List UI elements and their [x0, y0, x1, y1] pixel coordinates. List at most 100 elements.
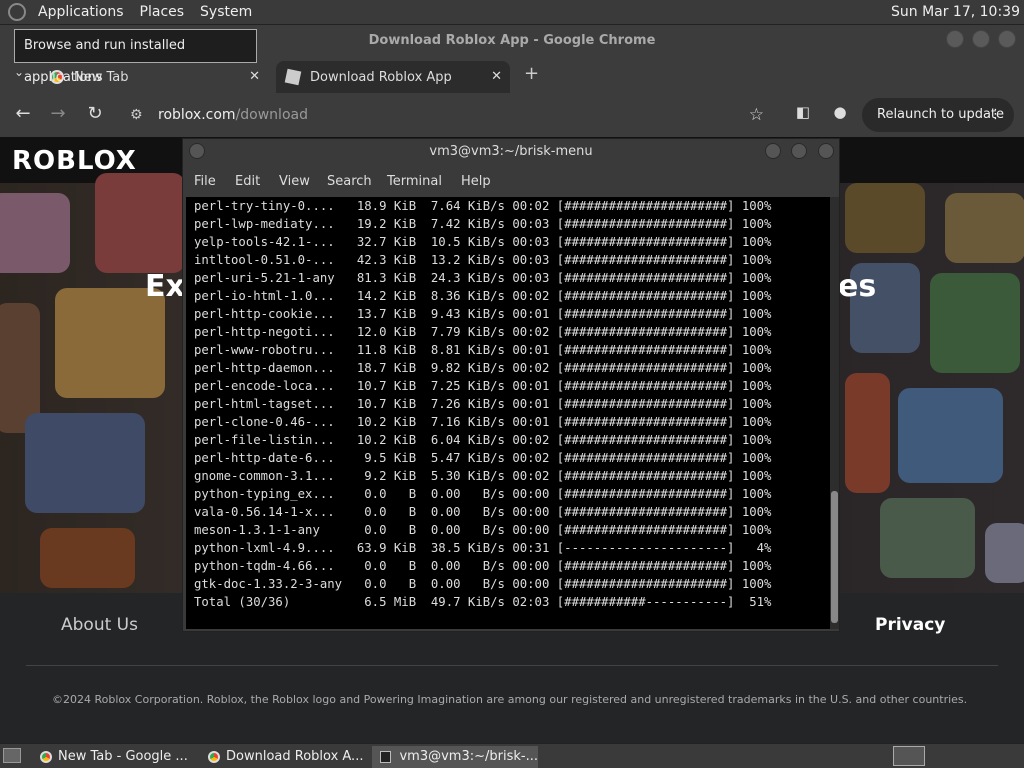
back-icon[interactable]: ← — [11, 103, 35, 124]
url-host: roblox.com — [158, 107, 236, 123]
game-tile — [845, 373, 890, 493]
game-tile — [25, 413, 145, 513]
terminal-line: vala-0.56.14-1-x... 0.0 B 0.00 B/s 00:00… — [194, 505, 772, 519]
close-tab-icon[interactable]: ✕ — [249, 69, 260, 84]
minimize-button[interactable] — [946, 30, 964, 48]
tab-download-roblox[interactable]: Download Roblox App ✕ — [276, 61, 510, 93]
terminal-line: perl-file-listin... 10.2 KiB 6.04 KiB/s … — [194, 433, 772, 447]
terminal-maximize-button[interactable] — [791, 143, 807, 159]
terminal-line: python-tqdm-4.66... 0.0 B 0.00 B/s 00:00… — [194, 559, 772, 573]
taskbar-label: New Tab - Google ... — [58, 749, 188, 764]
close-window-button[interactable] — [998, 30, 1016, 48]
terminal-menubar: File Edit View Search Terminal Help — [183, 169, 839, 195]
terminal-line: perl-try-tiny-0.... 18.9 KiB 7.64 KiB/s … — [194, 199, 772, 213]
taskbar-item-new-tab[interactable]: New Tab - Google ... — [32, 746, 196, 768]
site-info-icon[interactable]: ⚙ — [130, 97, 143, 133]
tab-search-icon[interactable]: ⌄ — [14, 65, 24, 79]
menu-places[interactable]: Places — [132, 0, 193, 25]
address-bar[interactable]: ⚙ roblox.com/download ☆ — [124, 97, 770, 133]
tooltip: Browse and run installed applications — [14, 29, 257, 85]
game-tile — [0, 193, 70, 273]
terminal-line: perl-http-negoti... 12.0 KiB 7.79 KiB/s … — [194, 325, 772, 339]
terminal-line: perl-lwp-mediaty... 19.2 KiB 7.42 KiB/s … — [194, 217, 772, 231]
terminal-line: python-typing_ex... 0.0 B 0.00 B/s 00:00… — [194, 487, 772, 501]
tab-label: Download Roblox App — [310, 69, 452, 85]
game-tile — [945, 193, 1024, 263]
footer-link-privacy[interactable]: Privacy — [875, 615, 945, 635]
terminal-line: meson-1.3.1-1-any 0.0 B 0.00 B/s 00:00 [… — [194, 523, 772, 537]
game-tile — [55, 288, 165, 398]
game-tile — [845, 183, 925, 253]
scrollbar-thumb[interactable] — [831, 491, 838, 623]
side-panel-icon[interactable]: ◧ — [791, 103, 815, 121]
terminal-window: vm3@vm3:~/brisk-menu File Edit View Sear… — [182, 138, 840, 632]
toolbar: ← → ↻ ⚙ roblox.com/download ☆ ◧ ● Relaun… — [0, 93, 1024, 137]
taskbar-item-download-roblox[interactable]: Download Roblox A... — [200, 746, 368, 768]
top-panel: Applications Places System Sun Mar 17, 1… — [0, 0, 1024, 25]
close-tab-icon[interactable]: ✕ — [491, 69, 502, 84]
new-tab-button[interactable]: + — [524, 63, 539, 84]
terminal-line: gtk-doc-1.33.2-3-any 0.0 B 0.00 B/s 00:0… — [194, 577, 772, 591]
terminal-line: perl-uri-5.21-1-any 81.3 KiB 24.3 KiB/s … — [194, 271, 772, 285]
terminal-scrollbar[interactable] — [830, 197, 839, 629]
show-desktop-icon[interactable] — [3, 748, 21, 763]
terminal-menu-help[interactable]: Help — [461, 174, 491, 189]
terminal-line: perl-io-html-1.0... 14.2 KiB 8.36 KiB/s … — [194, 289, 772, 303]
terminal-title: vm3@vm3:~/brisk-menu — [429, 144, 593, 159]
relaunch-button[interactable]: Relaunch to update ⋮ — [862, 98, 1014, 132]
terminal-line: perl-http-cookie... 13.7 KiB 9.43 KiB/s … — [194, 307, 772, 321]
terminal-line: perl-http-date-6... 9.5 KiB 5.47 KiB/s 0… — [194, 451, 772, 465]
copyright-text: ©2024 Roblox Corporation. Roblox, the Ro… — [52, 693, 968, 706]
forward-icon[interactable]: → — [46, 103, 70, 124]
terminal-line: yelp-tools-42.1-... 32.7 KiB 10.5 KiB/s … — [194, 235, 772, 249]
relaunch-label: Relaunch to update — [877, 107, 1005, 122]
terminal-line: perl-encode-loca... 10.7 KiB 7.25 KiB/s … — [194, 379, 772, 393]
taskbar-label: vm3@vm3:~/brisk-... — [399, 749, 538, 764]
hero-heading: es — [838, 269, 877, 304]
terminal-menu-file[interactable]: File — [194, 174, 216, 189]
terminal-menu-search[interactable]: Search — [327, 174, 372, 189]
terminal-icon — [380, 751, 392, 763]
roblox-logo[interactable]: ROBLOX — [12, 146, 137, 176]
chrome-icon — [208, 751, 220, 763]
hero-heading: Ex — [145, 269, 185, 304]
roblox-icon — [284, 68, 302, 86]
footer-link-about-us[interactable]: About Us — [61, 615, 138, 635]
menu-system[interactable]: System — [192, 0, 260, 25]
game-tile — [898, 388, 1003, 483]
terminal-menu-edit[interactable]: Edit — [235, 174, 260, 189]
taskbar-item-terminal[interactable]: vm3@vm3:~/brisk-... — [372, 746, 538, 768]
terminal-line: Total (30/36) 6.5 MiB 49.7 KiB/s 02:03 [… — [194, 595, 772, 609]
terminal-line: perl-www-robotru... 11.8 KiB 8.81 KiB/s … — [194, 343, 772, 357]
more-menu-icon[interactable]: ⋮ — [989, 98, 1002, 132]
profile-icon[interactable]: ● — [828, 103, 852, 121]
terminal-menu-terminal[interactable]: Terminal — [387, 174, 442, 189]
terminal-line: perl-clone-0.46-... 10.2 KiB 7.16 KiB/s … — [194, 415, 772, 429]
url-path: /download — [235, 107, 308, 123]
terminal-line: python-lxml-4.9.... 63.9 KiB 38.5 KiB/s … — [194, 541, 772, 555]
terminal-output[interactable]: perl-try-tiny-0.... 18.9 KiB 7.64 KiB/s … — [186, 197, 830, 629]
game-tile — [95, 173, 185, 273]
taskbar-label: Download Roblox A... — [226, 749, 364, 764]
game-tile — [880, 498, 975, 578]
system-logo-icon[interactable] — [8, 3, 26, 21]
bottom-panel: New Tab - Google ... Download Roblox A..… — [0, 743, 1024, 768]
terminal-menu-view[interactable]: View — [279, 174, 310, 189]
terminal-line: intltool-0.51.0-... 42.3 KiB 13.2 KiB/s … — [194, 253, 772, 267]
workspace-switcher[interactable] — [893, 746, 925, 766]
game-tile — [40, 528, 135, 588]
terminal-minimize-button[interactable] — [765, 143, 781, 159]
terminal-line: perl-html-tagset... 10.7 KiB 7.26 KiB/s … — [194, 397, 772, 411]
menu-applications[interactable]: Applications — [30, 0, 132, 25]
terminal-line: perl-http-daemon... 18.7 KiB 9.82 KiB/s … — [194, 361, 772, 375]
bookmark-star-icon[interactable]: ☆ — [749, 97, 764, 133]
game-tile — [985, 523, 1024, 583]
game-tile — [930, 273, 1020, 373]
reload-icon[interactable]: ↻ — [83, 103, 107, 124]
terminal-close-button[interactable] — [818, 143, 834, 159]
footer-divider — [26, 665, 998, 666]
chrome-icon — [40, 751, 52, 763]
maximize-button[interactable] — [972, 30, 990, 48]
terminal-line: gnome-common-3.1... 9.2 KiB 5.30 KiB/s 0… — [194, 469, 772, 483]
clock[interactable]: Sun Mar 17, 10:39 — [891, 0, 1020, 25]
